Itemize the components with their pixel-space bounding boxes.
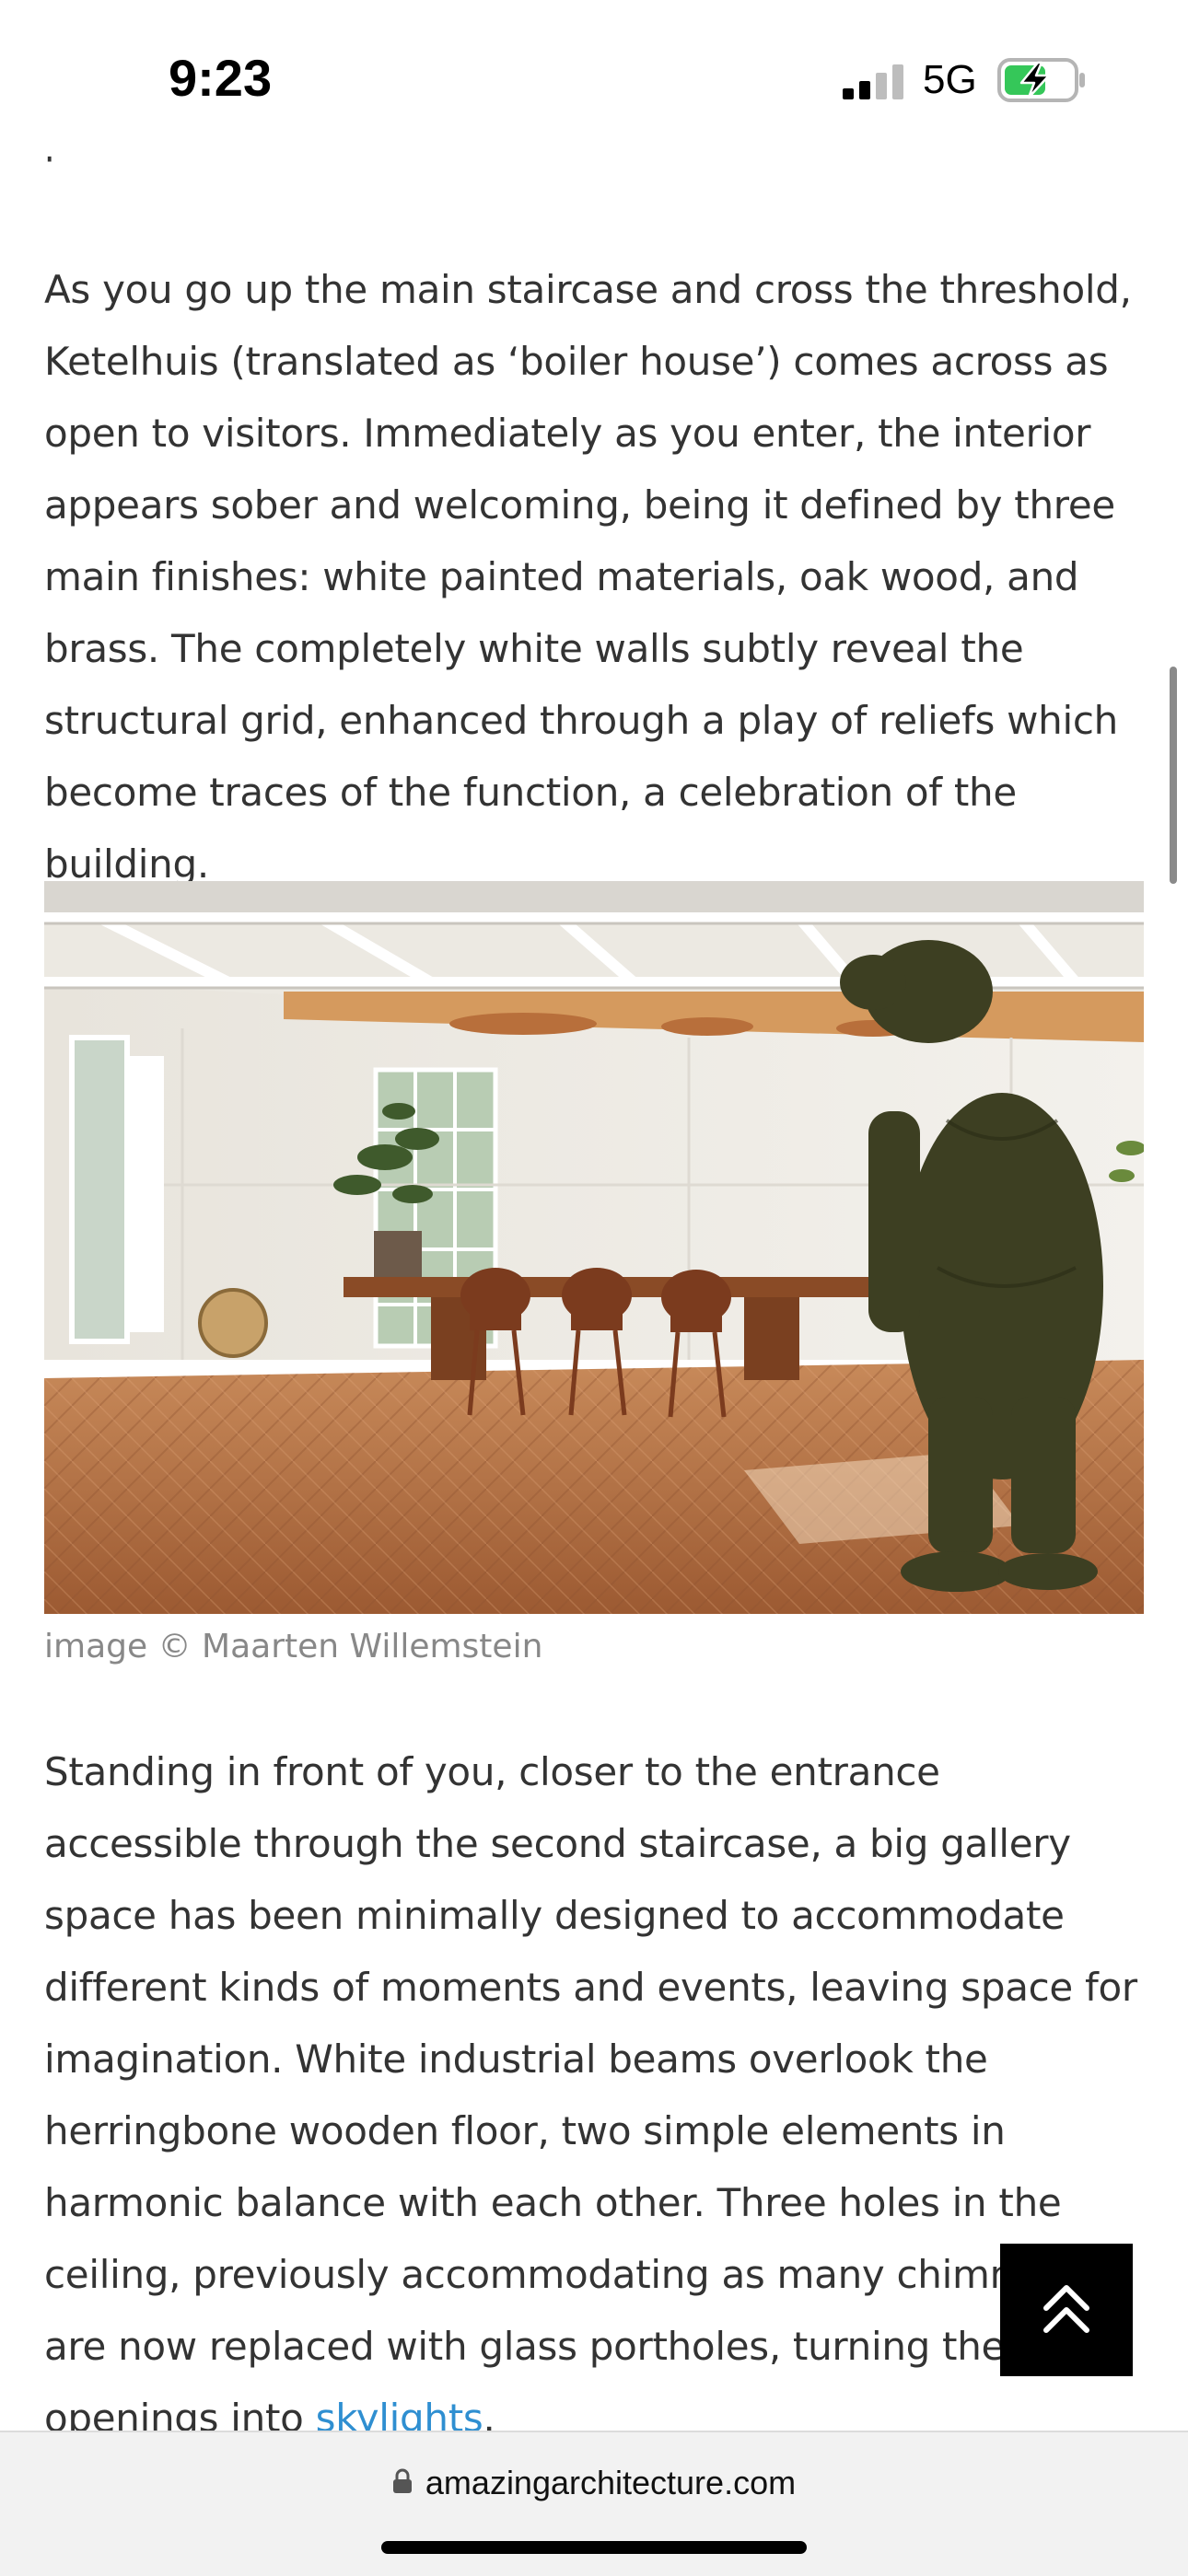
article-paragraph-2: Standing in front of you, closer to the … <box>44 1736 1149 2454</box>
status-bar: 9:23 5G <box>0 0 1188 157</box>
home-indicator[interactable] <box>381 2541 807 2554</box>
address-bar[interactable]: amazingarchitecture.com <box>0 2464 1188 2502</box>
paragraph-2-text: Standing in front of you, closer to the … <box>44 1749 1137 2441</box>
lock-icon <box>392 2469 412 2494</box>
back-to-top-button[interactable] <box>1000 2244 1133 2376</box>
double-chevron-up-icon <box>1043 2285 1089 2333</box>
image-caption: image © Maarten Willemstein <box>44 1628 543 1665</box>
status-time: 9:23 <box>169 49 273 107</box>
signal-icon <box>843 64 903 99</box>
scroll-indicator[interactable] <box>1170 667 1177 884</box>
url-text: amazingarchitecture.com <box>425 2464 797 2501</box>
network-label: 5G <box>923 57 977 102</box>
browser-bottom-bar: amazingarchitecture.com <box>0 2431 1188 2576</box>
paragraph-1-text: As you go up the main staircase and cros… <box>44 267 1132 887</box>
battery-charging-icon <box>997 58 1085 102</box>
article-paragraph-1: As you go up the main staircase and cros… <box>44 254 1149 900</box>
paragraph-2: Standing in front of you, closer to the … <box>44 1736 1149 2454</box>
article-photo <box>44 881 1144 1614</box>
interior-photo-illustration <box>44 881 1144 1614</box>
